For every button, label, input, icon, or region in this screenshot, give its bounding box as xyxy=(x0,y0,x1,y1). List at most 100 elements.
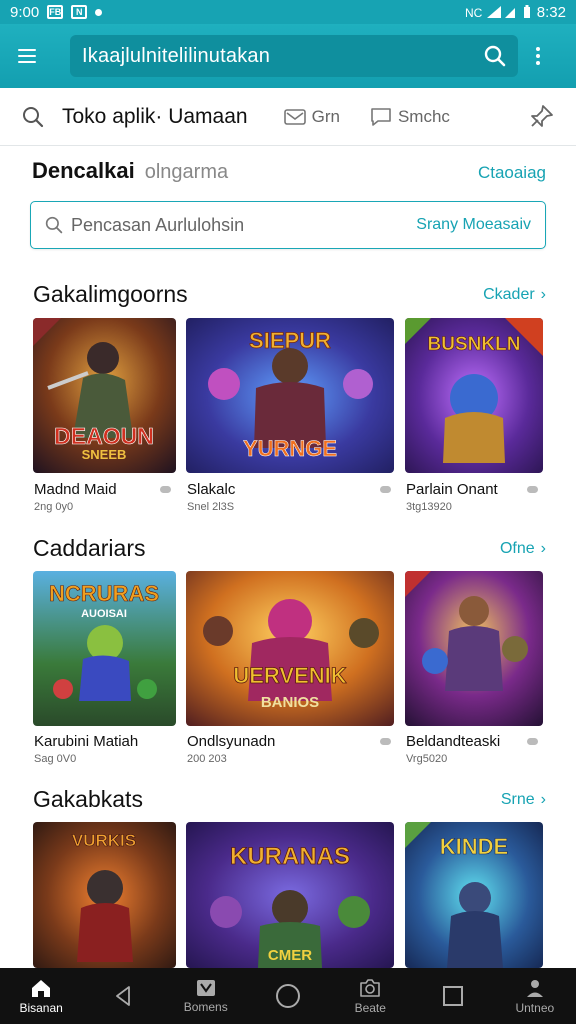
tab-grn[interactable]: Grn xyxy=(283,106,340,127)
back-icon xyxy=(116,986,131,1006)
chevron-right-icon: › xyxy=(540,285,546,303)
thumbnail-subtitle: BANIOS xyxy=(261,694,319,711)
game-thumbnail: VURKIS xyxy=(33,822,176,968)
rating-dot-icon xyxy=(380,738,391,745)
nav-games[interactable]: Bomens xyxy=(165,968,247,1024)
game-thumbnail: SIEPUR YURNGE xyxy=(186,318,394,473)
more-options-icon[interactable] xyxy=(536,47,540,65)
rating-dot-icon xyxy=(527,486,538,493)
see-more-label: Ckader xyxy=(483,285,535,303)
see-more-link[interactable]: Ofne › xyxy=(500,540,546,558)
section-header: Gakabkats Srne › xyxy=(33,786,546,813)
thumbnail-title: BUSNKLN xyxy=(428,334,521,355)
top-search-bar[interactable]: Ikaajlulnitelilinutakan xyxy=(70,35,518,77)
game-meta: Sag 0V0 xyxy=(34,753,77,765)
thumbnail-title: UERVENIK xyxy=(233,663,346,688)
game-meta: 3tg13920 xyxy=(406,501,452,513)
game-thumbnail: KURANAS CMER xyxy=(186,822,394,968)
recents-icon xyxy=(442,986,463,1006)
nav-circle-home[interactable] xyxy=(247,968,329,1024)
game-thumbnail: DEAOUN SNEEB xyxy=(33,318,176,473)
chevron-right-icon: › xyxy=(540,790,546,808)
nav-profile-label: Untneo xyxy=(515,1000,555,1015)
game-thumbnail: BUSNKLN xyxy=(405,318,543,473)
store-header: Toko aplik· Uamaan Grn Smchc xyxy=(0,88,576,146)
thumbnail-title: KINDE xyxy=(440,834,508,859)
see-more-link[interactable]: Ckader › xyxy=(483,286,546,304)
mail-icon xyxy=(283,108,306,125)
thumbnail-title: NCRURAS xyxy=(49,581,159,606)
bottom-nav: Bisanan Bomens Beate Untneo xyxy=(0,968,576,1024)
see-more-label: Ofne xyxy=(499,539,535,557)
thumbnail-subtitle: YURNGE xyxy=(243,436,337,461)
game-title: Madnd Maid xyxy=(34,481,117,498)
search-hint-link[interactable]: Srany Moeasaiv xyxy=(416,216,531,234)
nav-beate[interactable]: Beate xyxy=(329,968,411,1024)
notification-icon: FB xyxy=(47,5,64,19)
page-heading: Dencalkai olngarma Ctaoaiag xyxy=(32,158,546,184)
top-search-text: Ikaajlulnitelilinutakan xyxy=(82,44,271,67)
svg-text:NC: NC xyxy=(465,6,483,19)
status-time-left: 9:00 xyxy=(10,3,40,21)
signal-icon: NC xyxy=(465,6,515,19)
circle-home-icon xyxy=(275,984,300,1008)
games-icon xyxy=(196,979,215,996)
game-title: Karubini Matiah xyxy=(34,733,139,750)
chevron-right-icon: › xyxy=(540,539,546,557)
nav-recents[interactable] xyxy=(411,968,493,1024)
heading-link[interactable]: Ctaoaiag xyxy=(478,163,546,183)
see-more-link[interactable]: Srne › xyxy=(501,791,546,809)
search-field: Srany Moeasaiv xyxy=(30,201,546,249)
rating-dot-icon xyxy=(380,486,391,493)
tab-grn-label: Grn xyxy=(311,106,340,126)
notification-dot-icon xyxy=(95,8,103,16)
menu-icon[interactable] xyxy=(18,49,52,63)
nav-home-label: Bisanan xyxy=(19,1000,63,1015)
battery-icon xyxy=(523,5,530,18)
status-time-right: 8:32 xyxy=(536,3,566,21)
section-title: Gakalimgoorns xyxy=(33,281,188,307)
section-title: Caddariars xyxy=(33,535,146,561)
thumbnail-subtitle: SNEEB xyxy=(82,447,127,462)
search-input[interactable] xyxy=(71,214,417,236)
tab-smchc-label: Smchc xyxy=(397,106,450,126)
search-icon[interactable] xyxy=(484,45,506,67)
game-thumbnail: NCRURAS AUOISAI xyxy=(33,571,176,726)
profile-icon xyxy=(526,979,543,997)
game-thumbnail: KINDE xyxy=(405,822,543,968)
section-title: Gakabkats xyxy=(33,786,143,812)
search-icon xyxy=(45,216,63,234)
thumbnail-title: KURANAS xyxy=(230,843,350,870)
section-header: Gakalimgoorns Ckader › xyxy=(33,281,546,308)
game-title: Slakalc xyxy=(187,481,236,498)
nav-back[interactable] xyxy=(82,968,164,1024)
see-more-label: Srne xyxy=(500,790,535,808)
app-bar: Ikaajlulnitelilinutakan xyxy=(0,24,576,88)
status-bar: 9:00 FB N NC 8:32 xyxy=(0,0,576,24)
game-title: Parlain Onant xyxy=(406,481,498,498)
thumbnail-title: SIEPUR xyxy=(249,328,331,353)
rating-dot-icon xyxy=(527,738,538,745)
home-icon xyxy=(32,979,51,997)
rating-dot-icon xyxy=(160,486,171,493)
thumbnail-subtitle: CMER xyxy=(268,947,312,964)
game-thumbnail: UERVENIK BANIOS xyxy=(186,571,394,726)
nav-home[interactable]: Bisanan xyxy=(0,968,82,1024)
camera-icon xyxy=(360,978,381,997)
nav-games-label: Bomens xyxy=(183,999,228,1014)
nav-profile[interactable]: Untneo xyxy=(494,968,576,1024)
thumbnail-title: DEAOUN xyxy=(54,423,154,449)
game-meta: Snel 2l3S xyxy=(187,501,235,513)
game-meta: Vrg5020 xyxy=(406,753,448,765)
search-icon[interactable] xyxy=(22,106,44,128)
tab-smchc[interactable]: Smchc xyxy=(370,107,450,127)
game-thumbnail xyxy=(405,571,543,726)
page-title: Dencalkai xyxy=(32,158,135,183)
game-meta: 2ng 0y0 xyxy=(34,501,74,513)
game-meta: 200 203 xyxy=(187,753,227,765)
nav-beate-label: Beate xyxy=(354,1000,386,1015)
pin-icon[interactable] xyxy=(528,104,554,130)
notification-icon-2: N xyxy=(71,5,88,19)
game-title: Ondlsyunadn xyxy=(187,733,276,750)
thumbnail-title: VURKIS xyxy=(72,831,136,850)
